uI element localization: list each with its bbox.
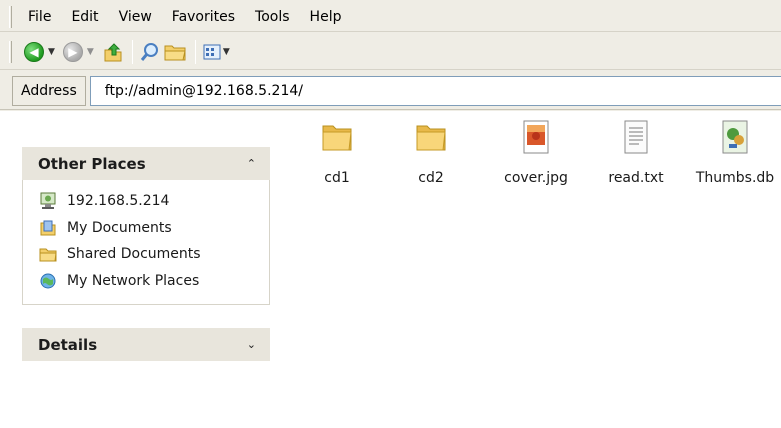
toolbar-separator (194, 39, 196, 64)
db-file-icon (715, 117, 755, 157)
folders-button[interactable] (163, 39, 187, 65)
text-file-icon (616, 117, 656, 157)
menu-favorites[interactable]: Favorites (172, 9, 235, 25)
folder-icon (411, 117, 451, 157)
views-icon (203, 44, 221, 59)
file-item-cd2[interactable]: cd2 (386, 117, 476, 186)
views-dropdown-icon[interactable]: ▼ (223, 47, 230, 57)
menubar-grip[interactable] (9, 5, 12, 28)
file-item-cd1[interactable]: cd1 (292, 117, 382, 186)
back-dropdown-icon[interactable]: ▼ (48, 47, 55, 57)
network-places-icon (39, 272, 57, 290)
file-item-read-txt[interactable]: read.txt (591, 117, 681, 186)
place-label: My Network Places (67, 272, 200, 289)
details-header[interactable]: Details ⌄ (22, 328, 270, 361)
place-ftp-site[interactable]: 192.168.5.214 (39, 188, 269, 215)
file-name: Thumbs.db (695, 170, 775, 186)
address-input[interactable]: ftp://admin@192.168.5.214/ (89, 75, 781, 106)
menu-bar: File Edit View Favorites Tools Help (0, 2, 781, 32)
file-name: read.txt (608, 170, 664, 186)
back-button[interactable]: ◀ ▼ (24, 39, 61, 65)
folder-icon (317, 117, 357, 157)
up-button[interactable] (102, 39, 124, 65)
standard-toolbar: ◀ ▼ ▶ ▼ ▼ (0, 34, 781, 70)
toolbar-grip[interactable] (9, 40, 12, 63)
file-item-cover-jpg[interactable]: cover.jpg (491, 117, 581, 186)
toolbar-separator (131, 39, 133, 64)
collapse-chevron-icon[interactable]: ⌃ (247, 157, 256, 170)
image-file-icon (516, 117, 556, 157)
place-label: Shared Documents (67, 246, 201, 263)
up-folder-icon (104, 42, 122, 61)
views-button[interactable]: ▼ (202, 39, 236, 65)
forward-button[interactable]: ▶ ▼ (62, 39, 100, 65)
menu-help[interactable]: Help (310, 9, 342, 25)
other-places-title: Other Places (38, 154, 146, 173)
window-chrome: File Edit View Favorites Tools Help ◀ ▼ … (0, 0, 781, 111)
shared-folder-icon (39, 245, 57, 263)
ftp-site-icon (39, 192, 57, 210)
details-panel: Details ⌄ (22, 328, 270, 361)
search-button[interactable] (139, 39, 161, 65)
other-places-panel: Other Places ⌃ 192.168.5.214 My Document… (22, 147, 270, 305)
expand-chevron-icon[interactable]: ⌄ (247, 338, 256, 351)
other-places-list: 192.168.5.214 My Documents Shared Docume… (22, 180, 270, 305)
folders-icon (164, 45, 186, 60)
address-bar: Address ftp://admin@192.168.5.214/ (0, 72, 781, 110)
address-value: ftp://admin@192.168.5.214/ (104, 82, 303, 99)
place-shared-documents[interactable]: Shared Documents (39, 241, 269, 268)
file-name: cover.jpg (504, 170, 568, 186)
my-documents-icon (39, 219, 57, 237)
back-icon: ◀ (24, 41, 44, 62)
file-name: cd2 (418, 170, 444, 186)
search-icon (140, 42, 158, 61)
file-name: cd1 (324, 170, 350, 186)
place-my-network-places[interactable]: My Network Places (39, 268, 269, 295)
place-label: My Documents (67, 219, 172, 236)
menu-file[interactable]: File (28, 9, 51, 25)
forward-icon: ▶ (62, 41, 83, 62)
menu-edit[interactable]: Edit (71, 9, 98, 25)
menu-tools[interactable]: Tools (255, 9, 290, 25)
other-places-header[interactable]: Other Places ⌃ (22, 147, 270, 180)
file-item-thumbs-db[interactable]: Thumbs.db (690, 117, 780, 186)
forward-dropdown-icon[interactable]: ▼ (87, 47, 94, 57)
address-label: Address (12, 75, 86, 106)
menu-view[interactable]: View (119, 9, 152, 25)
place-label: 192.168.5.214 (67, 193, 170, 210)
details-title: Details (38, 335, 98, 354)
place-my-documents[interactable]: My Documents (39, 215, 269, 242)
